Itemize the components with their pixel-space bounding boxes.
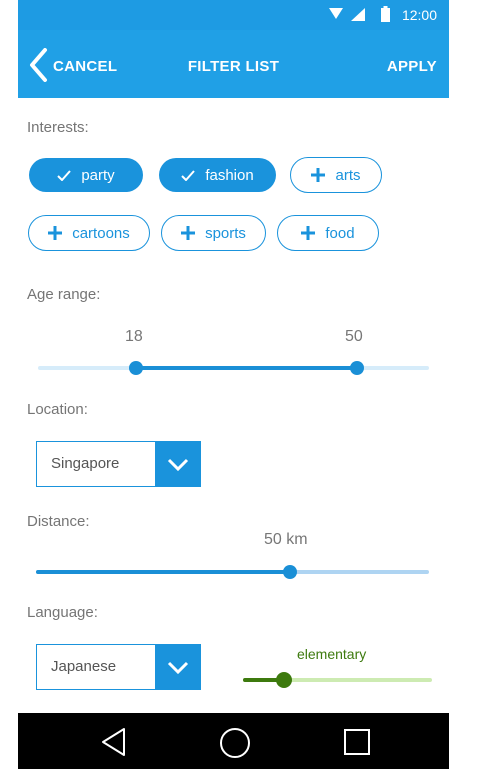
chip-label: food xyxy=(325,224,355,242)
plus-icon xyxy=(48,226,63,240)
chip-cartoons[interactable]: cartoons xyxy=(28,215,150,251)
distance-thumb[interactable] xyxy=(283,565,297,579)
chip-label: party xyxy=(81,166,115,184)
language-value: Japanese xyxy=(51,658,117,675)
wifi-icon xyxy=(329,8,343,19)
plus-icon xyxy=(311,168,326,182)
location-dropdown-arrow[interactable] xyxy=(155,442,200,486)
location-dropdown[interactable]: Singapore xyxy=(36,441,201,487)
signal-icon xyxy=(351,8,365,21)
age-max-value: 50 xyxy=(345,328,363,345)
age-range-label: Age range: xyxy=(27,286,101,303)
interests-label: Interests: xyxy=(27,119,89,136)
age-range-selected-track xyxy=(136,366,357,370)
back-icon[interactable] xyxy=(100,727,126,757)
distance-value: 50 km xyxy=(264,531,308,548)
chip-label: arts xyxy=(335,166,361,184)
app-screen: 12:00 CANCEL FILTER LIST APPLY Interests… xyxy=(18,0,449,769)
age-min-thumb[interactable] xyxy=(129,361,143,375)
check-icon xyxy=(57,169,72,181)
location-value: Singapore xyxy=(51,455,120,472)
app-bar: CANCEL FILTER LIST APPLY xyxy=(18,30,449,98)
language-dropdown-arrow[interactable] xyxy=(155,645,200,689)
language-level-value: elementary xyxy=(297,646,367,662)
location-label: Location: xyxy=(27,401,88,418)
chip-arts[interactable]: arts xyxy=(290,157,382,193)
language-level-thumb[interactable] xyxy=(276,672,292,688)
status-time: 12:00 xyxy=(401,7,437,23)
distance-label: Distance: xyxy=(27,513,90,530)
age-max-thumb[interactable] xyxy=(350,361,364,375)
chevron-down-icon xyxy=(167,458,188,471)
chip-sports[interactable]: sports xyxy=(161,215,266,251)
chip-label: sports xyxy=(205,224,246,242)
chip-food[interactable]: food xyxy=(277,215,379,251)
status-bar: 12:00 xyxy=(18,0,449,30)
language-dropdown[interactable]: Japanese xyxy=(36,644,201,690)
chip-label: fashion xyxy=(205,166,254,184)
age-min-value: 18 xyxy=(125,328,143,345)
navigation-bar xyxy=(18,713,449,769)
chevron-down-icon xyxy=(167,661,188,674)
home-icon[interactable] xyxy=(219,727,251,759)
plus-icon xyxy=(301,226,316,240)
apply-button[interactable]: APPLY xyxy=(387,58,437,75)
plus-icon xyxy=(181,226,196,240)
chip-label: cartoons xyxy=(72,224,130,242)
language-label: Language: xyxy=(27,604,98,621)
chip-fashion[interactable]: fashion xyxy=(159,158,276,192)
page-title: FILTER LIST xyxy=(187,58,280,75)
check-icon xyxy=(181,169,196,181)
distance-filled-track xyxy=(36,570,290,574)
battery-icon xyxy=(381,6,390,22)
chip-party[interactable]: party xyxy=(29,158,143,192)
recents-icon[interactable] xyxy=(343,727,371,757)
